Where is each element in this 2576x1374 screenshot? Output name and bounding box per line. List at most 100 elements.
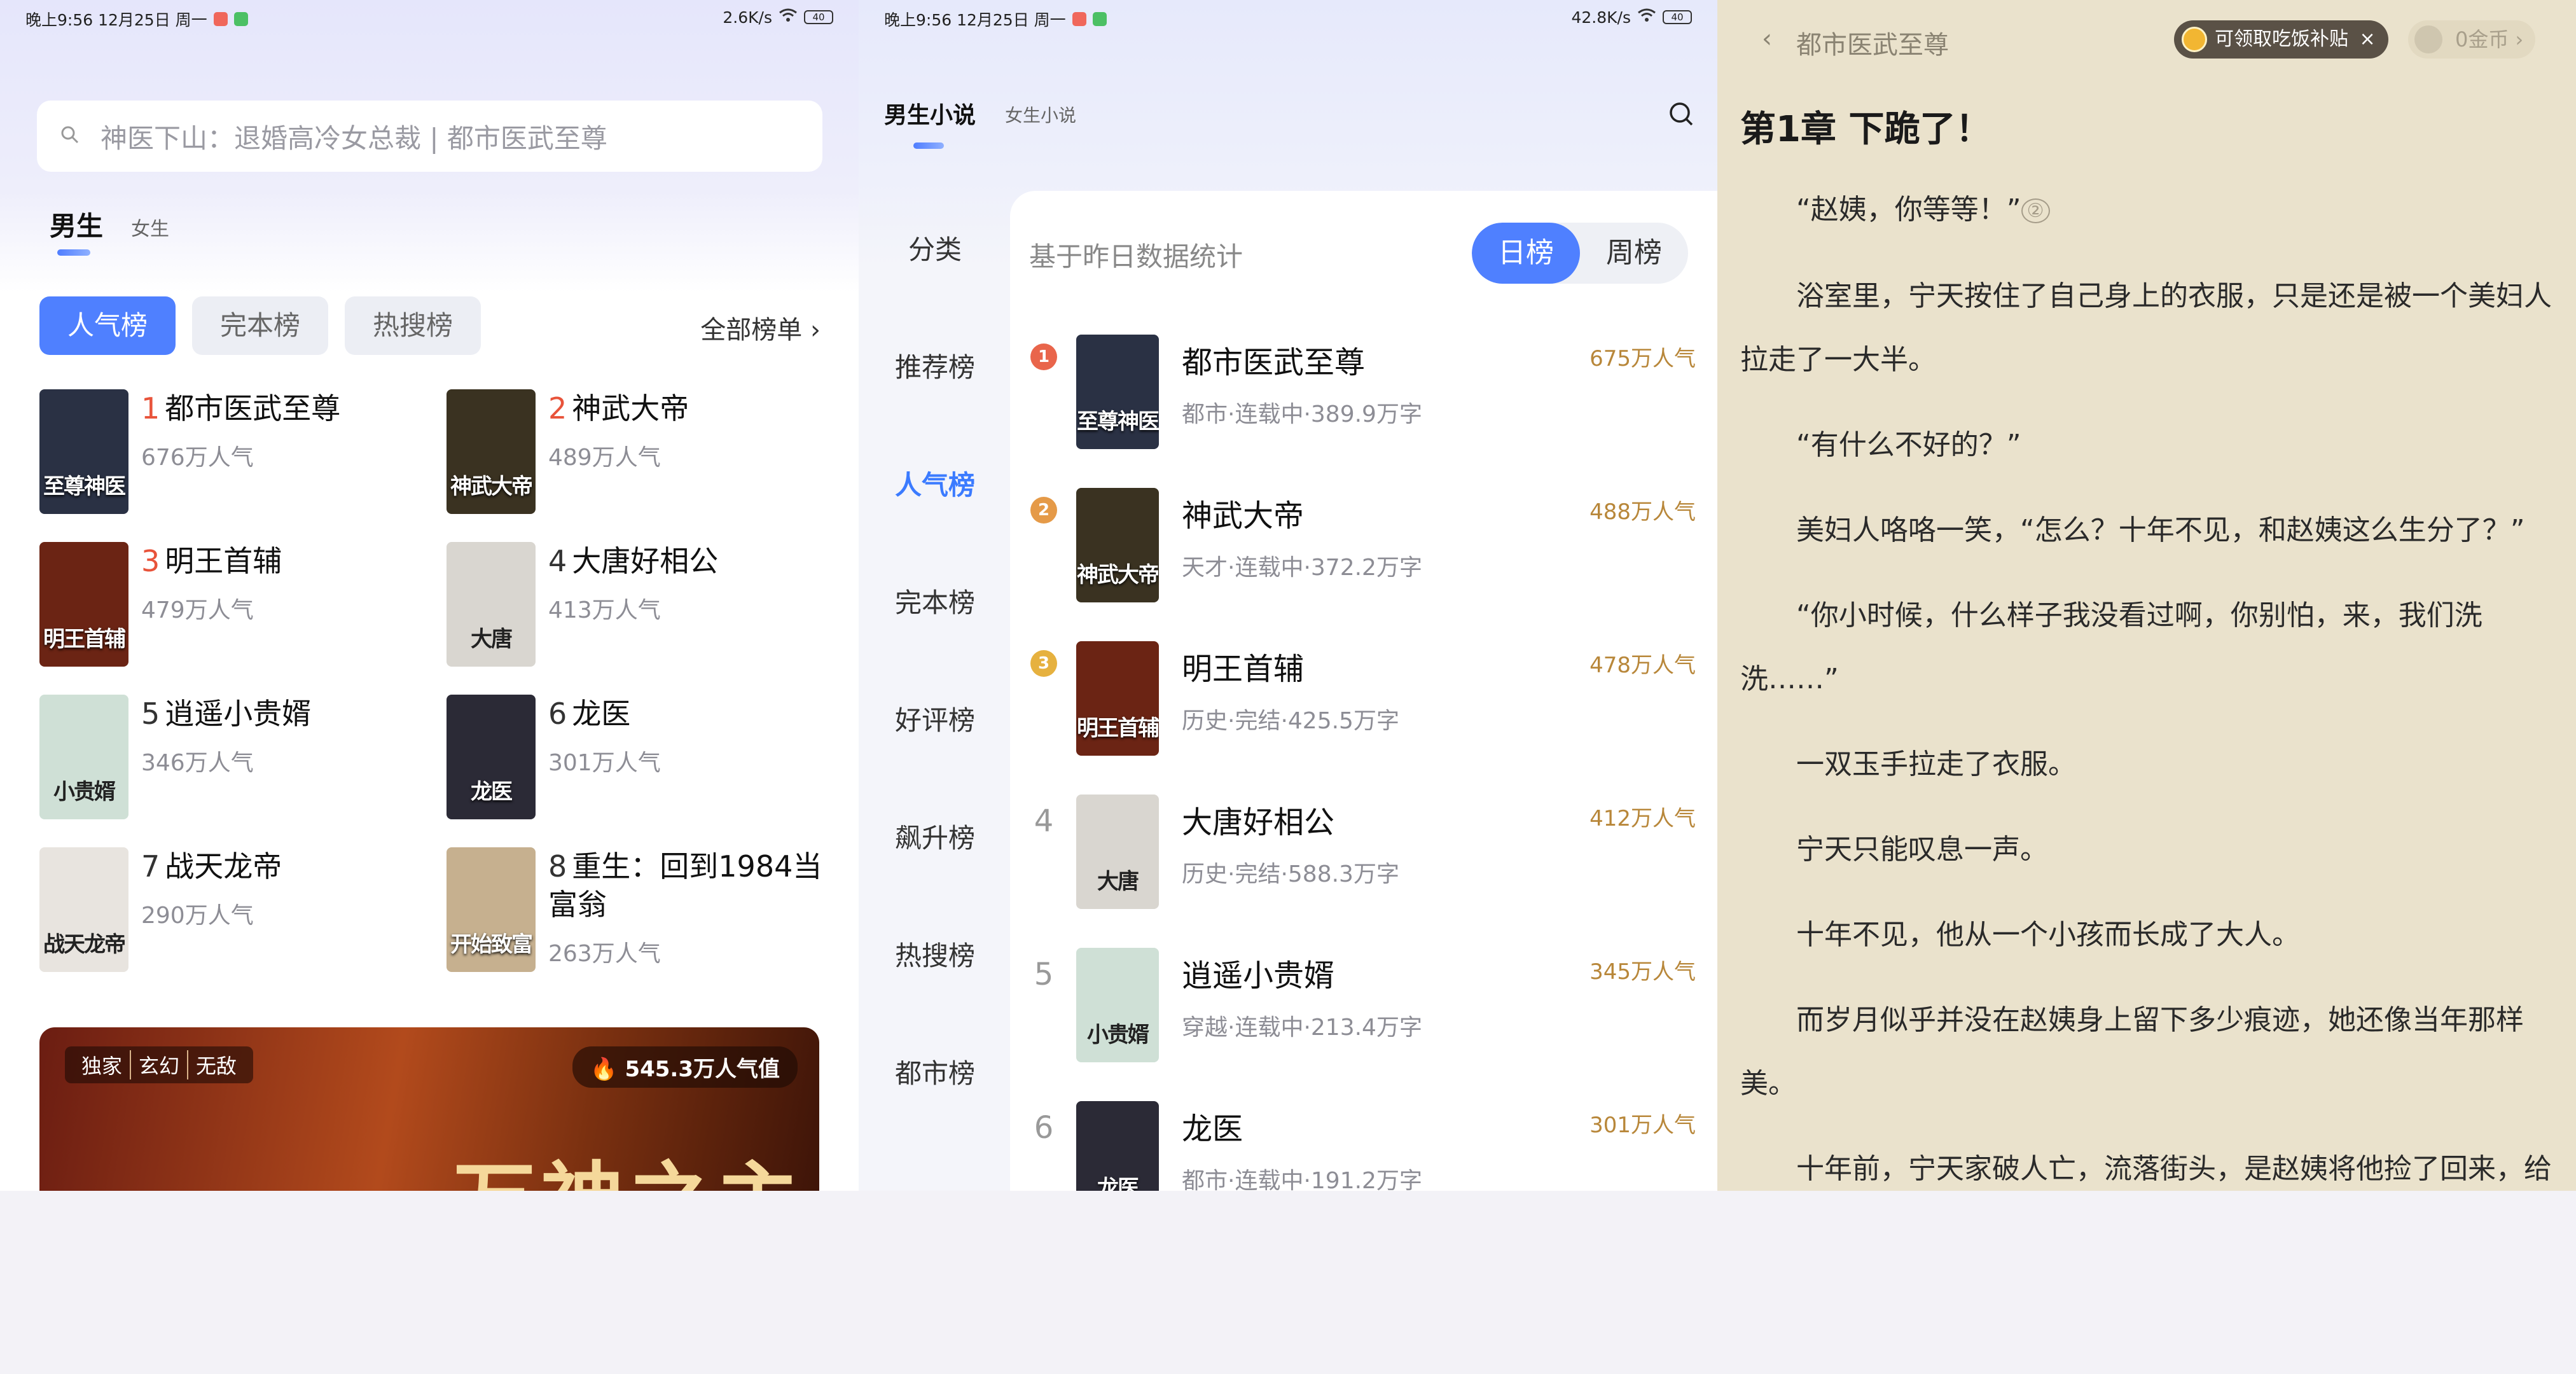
rank-number-wrap: 4 xyxy=(1028,803,1060,842)
book-meta: 穿越·连载中·213.4万字 xyxy=(1182,1015,1422,1041)
ranking-item[interactable]: 小贵婿 5 逍遥小贵婿 346万人气 xyxy=(39,695,447,819)
subsidy-label: 可领取吃饭补贴 xyxy=(2215,28,2348,50)
meal-subsidy-button[interactable]: 可领取吃饭补贴 × xyxy=(2174,20,2388,59)
tab-male[interactable]: 男生 xyxy=(50,205,103,244)
ranking-row[interactable]: 2 神武大帝 神武大帝 天才·连载中·372.2万字 488万人气 xyxy=(1028,488,1696,641)
ranking-item[interactable]: 明王首辅 3 明王首辅 479万人气 xyxy=(39,542,447,667)
ranking-item[interactable]: 开始致富 8 重生：回到1984当富翁 263万人气 xyxy=(447,847,828,972)
novel-tabs: 男生小说 女生小说 xyxy=(884,97,1076,130)
sidebar-item-category[interactable]: 分类 xyxy=(859,191,1011,309)
promo-banner[interactable]: 独家 玄幻 无敌 🔥 545.3万人气值 万神之主 xyxy=(39,1027,819,1191)
book-title: 都市医武至尊 xyxy=(165,391,341,426)
banner-tag: 玄幻 xyxy=(131,1050,189,1079)
rank-number: 5 xyxy=(1034,957,1054,992)
book-meta: 都市·连载中·191.2万字 xyxy=(1182,1168,1422,1191)
ranking-row[interactable]: 4 大唐 大唐好相公 历史·完结·588.3万字 412万人气 xyxy=(1028,795,1696,948)
ranking-item-title-line: 4 大唐好相公 xyxy=(548,542,718,580)
sidebar-item-hot-search[interactable]: 热搜榜 xyxy=(859,897,1011,1015)
chip-completed[interactable]: 完本榜 xyxy=(192,296,329,355)
popularity: 290万人气 xyxy=(141,903,254,929)
toggle-weekly[interactable]: 周榜 xyxy=(1580,223,1688,284)
ranking-item-info: 7 战天龙帝 290万人气 xyxy=(141,847,282,972)
sidebar-item-rising[interactable]: 飙升榜 xyxy=(859,779,1011,897)
ranking-row[interactable]: 3 明王首辅 明王首辅 历史·完结·425.5万字 478万人气 xyxy=(1028,641,1696,795)
popularity: 676万人气 xyxy=(141,445,254,471)
rank-number: 2 xyxy=(548,391,567,426)
ranking-row[interactable]: 1 至尊神医 都市医武至尊 都市·连载中·389.9万字 675万人气 xyxy=(1028,335,1696,488)
book-title: 明王首辅 xyxy=(165,544,282,578)
rank-number: 1 xyxy=(141,391,160,426)
ranking-item[interactable]: 至尊神医 1 都市医武至尊 676万人气 xyxy=(39,389,447,514)
ranking-item-title-line: 2 神武大帝 xyxy=(548,389,689,427)
ranking-item-title-line: 7 战天龙帝 xyxy=(141,847,282,885)
toggle-daily[interactable]: 日榜 xyxy=(1472,223,1580,284)
status-bar: 晚上9:56 12月25日 周一 2.6K/s 40 xyxy=(0,0,859,38)
banner-heat-value: 545.3万人气值 xyxy=(625,1057,780,1082)
book-title: 战天龙帝 xyxy=(165,849,282,884)
cover-title: 至尊神医 xyxy=(43,474,126,499)
ranking-item[interactable]: 大唐 4 大唐好相公 413万人气 xyxy=(447,542,828,667)
tab-female[interactable]: 女生 xyxy=(131,213,169,244)
wifi-icon xyxy=(1637,8,1656,27)
gold-balance[interactable]: 0金币 › xyxy=(2408,20,2535,59)
ranking-item[interactable]: 战天龙帝 7 战天龙帝 290万人气 xyxy=(39,847,447,972)
ranking-item[interactable]: 龙医 6 龙医 301万人气 xyxy=(447,695,828,819)
ranking-item-title-line: 6 龙医 xyxy=(548,695,661,733)
sidebar-item-popular[interactable]: 人气榜 xyxy=(859,426,1011,544)
sidebar-item-rated[interactable]: 好评榜 xyxy=(859,662,1011,779)
tab-indicator xyxy=(57,249,90,256)
book-title: 明王首辅 xyxy=(1182,651,1305,687)
reader-header: ‹ 都市医武至尊 可领取吃饭补贴 × 0金币 › xyxy=(1717,19,2576,64)
popularity: 488万人气 xyxy=(1589,499,1696,525)
app-icon xyxy=(233,12,248,26)
sidebar-item-completed[interactable]: 完本榜 xyxy=(859,544,1011,662)
ranking-row[interactable]: 6 龙医 龙医 都市·连载中·191.2万字 301万人气 xyxy=(1028,1101,1696,1191)
chip-popular[interactable]: 人气榜 xyxy=(39,296,176,355)
ranking-chips: 人气榜 完本榜 热搜榜 xyxy=(39,296,481,355)
footnote-marker[interactable]: ② xyxy=(2021,198,2050,223)
chip-hot-search[interactable]: 热搜榜 xyxy=(345,296,481,355)
stats-note: 基于昨日数据统计 xyxy=(1029,241,1243,272)
ranking-item-info: 6 龙医 301万人气 xyxy=(548,695,661,819)
ranking-row[interactable]: 5 小贵婿 逍遥小贵婿 穿越·连载中·213.4万字 345万人气 xyxy=(1028,948,1696,1101)
rank-number: 7 xyxy=(141,849,160,884)
medal-number: 1 xyxy=(1030,344,1057,370)
all-lists-link[interactable]: 全部榜单 › xyxy=(700,309,821,346)
tab-indicator xyxy=(913,142,944,149)
book-title: 龙医 xyxy=(572,697,631,731)
search-bar[interactable]: 神医下山：退婚高冷女总裁 | 都市医武至尊 xyxy=(37,101,822,172)
paragraph: “赵姨，你等等！” ② xyxy=(1740,178,2561,243)
close-icon[interactable]: × xyxy=(2360,28,2376,50)
back-arrow-icon[interactable]: ‹ xyxy=(1762,24,1772,53)
ranking-item-info: 8 重生：回到1984当富翁 263万人气 xyxy=(548,847,828,972)
book-cover: 神武大帝 xyxy=(447,389,536,514)
paragraph-text: “赵姨，你等等！” xyxy=(1796,193,2021,226)
book-meta: 天才·连载中·372.2万字 xyxy=(1182,555,1422,581)
medal-icon: 2 xyxy=(1028,497,1060,535)
popularity: 346万人气 xyxy=(141,750,254,776)
banner-tags: 独家 玄幻 无敌 xyxy=(65,1046,254,1083)
ranking-item[interactable]: 神武大帝 2 神武大帝 489万人气 xyxy=(447,389,828,514)
reader-panel: ‹ 都市医武至尊 可领取吃饭补贴 × 0金币 › 第1章 下跪了！ “赵姨，你等… xyxy=(1717,0,2576,1191)
tab-male-novels[interactable]: 男生小说 xyxy=(884,97,976,130)
tab-female-novels[interactable]: 女生小说 xyxy=(1005,102,1076,130)
paragraph: 浴室里，宁天按住了自己身上的衣服，只是还是被一个美妇人拉走了一大半。 xyxy=(1740,280,2552,376)
paragraph: “有什么不好的？” xyxy=(1796,429,2021,461)
ranking-item-title-line: 3 明王首辅 xyxy=(141,542,282,580)
ranking-item-info: 1 都市医武至尊 676万人气 xyxy=(141,389,340,514)
sidebar-item-urban[interactable]: 都市榜 xyxy=(859,1015,1011,1132)
paragraph: “你小时候，什么样子我没看过啊，你别怕，来，我们洗洗……” xyxy=(1740,599,2483,695)
cover-title: 龙医 xyxy=(471,779,513,805)
status-time: 晚上9:56 12月25日 周一 xyxy=(884,11,1066,29)
banner-tag: 独家 xyxy=(74,1050,132,1079)
ranking-list: 1 至尊神医 都市医武至尊 都市·连载中·389.9万字 675万人气 2 神武大帝 神武大帝… xyxy=(1028,335,1696,1191)
search-icon[interactable] xyxy=(1668,101,1696,131)
book-title: 逍遥小贵婿 xyxy=(1182,958,1335,994)
book-title: 重生：回到1984当富翁 xyxy=(548,849,822,922)
search-icon xyxy=(60,125,80,148)
paragraph: 十年不见，他从一个小孩而长成了大人。 xyxy=(1796,919,2300,951)
cover-title: 明王首辅 xyxy=(1077,716,1159,741)
medal-icon: 3 xyxy=(1028,650,1060,688)
sidebar-item-recommended[interactable]: 推荐榜 xyxy=(859,309,1011,426)
battery-icon: 40 xyxy=(804,10,833,24)
